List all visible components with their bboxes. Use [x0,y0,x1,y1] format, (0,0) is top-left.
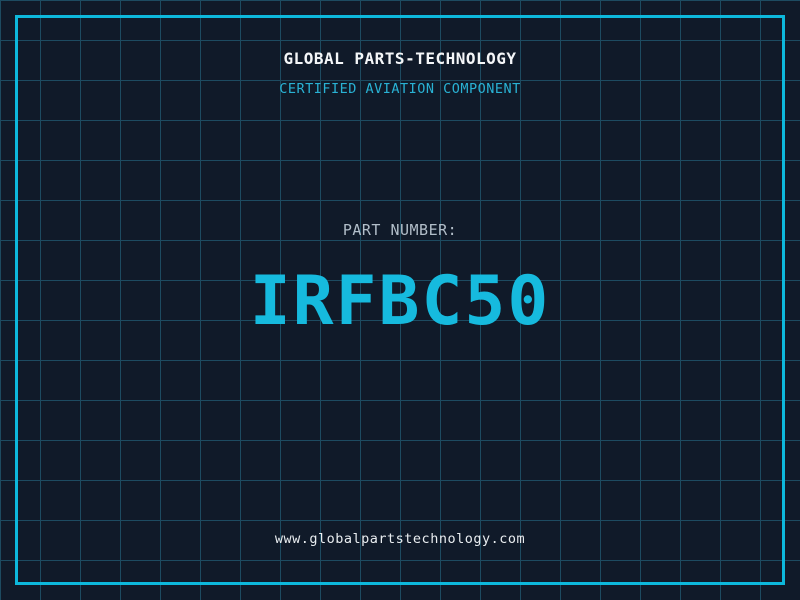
brand-subtitle: CERTIFIED AVIATION COMPONENT [0,81,800,97]
website-url: www.globalpartstechnology.com [0,531,800,547]
brand-title: GLOBAL PARTS-TECHNOLOGY [0,49,800,68]
parts-label-page: { "header": { "title": "GLOBAL PARTS-TEC… [0,0,800,600]
part-number-label: PART NUMBER: [0,221,800,239]
part-number-value: IRFBC50 [0,262,800,341]
